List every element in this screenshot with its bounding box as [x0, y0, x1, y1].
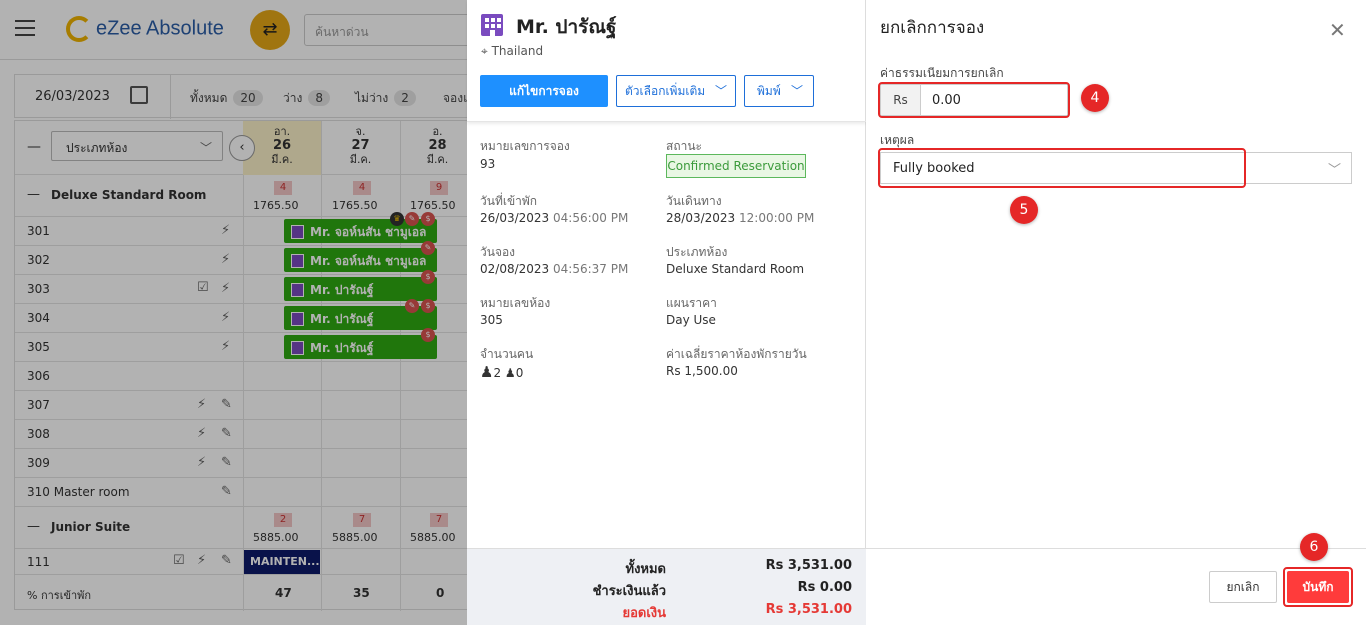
guest-country: ⌖ Thailand	[481, 44, 544, 58]
panel-title: ยกเลิกการจอง	[880, 18, 985, 38]
total-label: ทั้งหมด	[625, 562, 667, 577]
roomno-value: 305	[480, 313, 503, 327]
reservation-detail-panel: Mr. ปารัณฐ์ ⌖ Thailand แก้ไขการจอง ตัวเล…	[467, 0, 866, 625]
rateplan-label: แผนราคา	[666, 296, 717, 310]
booked-value: 02/08/2023 04:56:37 PM	[480, 262, 629, 276]
cancel-button[interactable]: ยกเลิก	[1209, 571, 1277, 603]
print-button[interactable]: พิมพ์ ﹀	[744, 75, 814, 107]
step-marker-5: 5	[1010, 196, 1038, 224]
paid-value: Rs 0.00	[797, 580, 852, 595]
avgrate-label: ค่าเฉลี่ยราคาห้องพักรายวัน	[666, 347, 807, 361]
more-options-button[interactable]: ตัวเลือกเพิ่มเติม ﹀	[616, 75, 736, 107]
step-marker-4: 4	[1081, 84, 1109, 112]
total-value: Rs 3,531.00	[765, 558, 852, 573]
balance-label: ยอดเงิน	[622, 606, 666, 621]
highlight-fee	[878, 82, 1070, 118]
highlight-reason	[878, 148, 1246, 188]
modal-backdrop[interactable]	[0, 0, 467, 625]
checkout-value: 28/03/2023 12:00:00 PM	[666, 211, 815, 225]
child-icon: ♟	[504, 366, 516, 380]
pax-label: จำนวนคน	[480, 347, 534, 361]
cancel-reservation-panel: ยกเลิกการจอง ✕ ค่าธรรมเนียมการยกเลิก Rs …	[866, 0, 1366, 625]
adult-icon: ♟	[480, 363, 494, 381]
status-badge: Confirmed Reservation	[666, 154, 806, 178]
res-no-label: หมายเลขการจอง	[480, 139, 570, 153]
roomtype-label: ประเภทห้อง	[666, 245, 728, 259]
paid-label: ชำระเงินแล้ว	[592, 584, 666, 599]
checkout-label: วันเดินทาง	[666, 194, 722, 208]
cancel-fee-label: ค่าธรรมเนียมการยกเลิก	[880, 66, 1004, 80]
guest-name: Mr. ปารัณฐ์	[516, 16, 617, 38]
location-pin-icon: ⌖	[481, 44, 492, 58]
checkin-label: วันที่เข้าพัก	[480, 194, 538, 208]
roomno-label: หมายเลขห้อง	[480, 296, 551, 310]
rateplan-value: Day Use	[666, 313, 716, 327]
building-icon	[481, 14, 503, 36]
close-icon[interactable]: ✕	[1329, 18, 1346, 42]
highlight-save	[1283, 567, 1353, 607]
avgrate-value: Rs 1,500.00	[666, 364, 738, 378]
res-no-value: 93	[480, 157, 496, 171]
checkin-value: 26/03/2023 04:56:00 PM	[480, 211, 629, 225]
edit-reservation-button[interactable]: แก้ไขการจอง	[480, 75, 608, 107]
chevron-down-icon: ﹀	[790, 84, 803, 98]
pax-value: ♟2 ♟0	[480, 363, 524, 381]
totals-footer: ทั้งหมด Rs 3,531.00 ชำระเงินแล้ว Rs 0.00…	[467, 548, 866, 625]
booked-label: วันจอง	[480, 245, 516, 259]
chevron-down-icon: ﹀	[714, 84, 727, 98]
roomtype-value: Deluxe Standard Room	[666, 262, 805, 276]
chevron-down-icon: ﹀	[1327, 163, 1341, 178]
step-marker-6: 6	[1300, 533, 1328, 561]
balance-value: Rs 3,531.00	[765, 602, 852, 617]
